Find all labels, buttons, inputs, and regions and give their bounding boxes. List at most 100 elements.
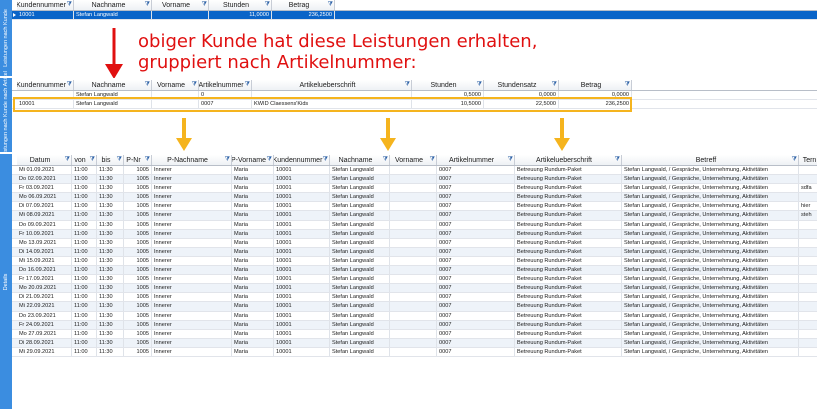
table-cell: Innerer — [152, 320, 232, 329]
table-cell: Stefan Langwald, / Gespräche, Unternehmu… — [622, 184, 799, 193]
filter-icon[interactable]: ⧩ — [405, 82, 410, 89]
filter-icon[interactable]: ⧩ — [267, 157, 272, 164]
filter-icon[interactable]: ⧩ — [67, 2, 72, 9]
table-row[interactable]: Di 14.09.2021 11:00 11:30 1005 Innerer Maria 1… — [12, 247, 817, 257]
column-header[interactable]: Nachname ⧩ — [330, 155, 390, 165]
table-cell: Innerer — [152, 247, 232, 256]
table-cell: Stefan Langwald — [330, 193, 390, 202]
column-header[interactable]: Tern⧩ — [799, 155, 817, 165]
column-header[interactable]: bis ⧩ — [97, 155, 124, 165]
column-header[interactable]: Nachname ⧩ — [74, 0, 152, 10]
table-row[interactable]: Do 23.09.2021 11:00 11:30 1005 Innerer Maria 1… — [12, 311, 817, 321]
column-header[interactable]: Artikelueberschrift ⧩ — [252, 80, 412, 90]
filter-icon[interactable]: ⧩ — [145, 157, 150, 164]
table-row[interactable]: Do 16.09.2021 11:00 11:30 1005 Innerer Maria 1… — [12, 266, 817, 276]
column-header[interactable]: Datum ⧩ — [17, 155, 72, 165]
table-row[interactable]: Do 09.09.2021 11:00 11:30 1005 Innerer Maria 1… — [12, 220, 817, 230]
table-cell: 11:30 — [97, 284, 124, 293]
column-header[interactable]: Vorname ⧩ — [390, 155, 437, 165]
table-row[interactable]: Stefan Langwald 0 0,5000 0,0000 0,0000 — [12, 91, 817, 101]
filter-icon[interactable]: ⧩ — [552, 82, 557, 89]
column-header[interactable]: Vorname ⧩ — [152, 0, 209, 10]
top-grid-header: Kundennummer ⧩ Nachname ⧩ Vorname ⧩ Stunden ⧩ Be… — [12, 0, 817, 11]
table-row[interactable]: Mi 01.09.2021 11:00 11:30 1005 Innerer Maria 1… — [12, 166, 817, 176]
column-header[interactable]: Artikelnummer ⧩ — [437, 155, 515, 165]
filter-icon[interactable]: ⧩ — [145, 82, 150, 89]
table-row[interactable]: Fr 17.09.2021 11:00 11:30 1005 Innerer Maria 1… — [12, 275, 817, 285]
side-tab-customer[interactable]: Leistungen nach Kunde — [0, 0, 12, 76]
column-header[interactable]: von ⧩ — [72, 155, 97, 165]
table-row[interactable]: 10001 Stefan Langwald 0007 KWID Claessens'K… — [12, 100, 817, 110]
filter-icon[interactable]: ⧩ — [328, 2, 333, 9]
table-cell: Betreuung Rundum-Paket — [515, 220, 622, 229]
table-cell: 0007 — [437, 166, 515, 175]
column-header[interactable]: P-Vorname ⧩ — [232, 155, 274, 165]
table-row[interactable]: Mi 08.09.2021 11:00 11:30 1005 Innerer Maria 1… — [12, 211, 817, 221]
column-header[interactable]: Vorname ⧩ — [152, 80, 199, 90]
filter-icon[interactable]: ⧩ — [90, 157, 95, 164]
table-cell: 1005 — [124, 184, 152, 193]
filter-icon[interactable]: ⧩ — [225, 157, 230, 164]
filter-icon[interactable]: ⧩ — [67, 82, 72, 89]
filter-icon[interactable]: ⧩ — [202, 2, 207, 9]
mid-grid[interactable]: Kundennummer ⧩ Nachname ⧩ Vorname ⧩ Artikelnum… — [12, 80, 817, 114]
filter-icon[interactable]: ⧩ — [65, 157, 70, 164]
filter-icon[interactable]: ⧩ — [477, 82, 482, 89]
filter-icon[interactable]: ⧩ — [265, 2, 270, 9]
detail-grid[interactable]: Datum ⧩ von ⧩ bis ⧩ P-Nr ⧩ P-Nachname ⧩ P-Vorname ⧩… — [12, 155, 817, 409]
column-header[interactable]: P-Nr ⧩ — [124, 155, 152, 165]
table-cell: Stefan Langwald, / Gespräche, Unternehmu… — [622, 256, 799, 266]
column-header[interactable]: Betrag ⧩ — [272, 0, 335, 10]
filter-icon[interactable]: ⧩ — [383, 157, 388, 164]
table-row[interactable]: Fr 24.09.2021 11:00 11:30 1005 Innerer Maria 1… — [12, 320, 817, 330]
table-cell: Stefan Langwald — [74, 91, 152, 100]
column-header-label: Nachname — [338, 156, 373, 164]
side-tab-details[interactable]: Details — [0, 154, 12, 409]
table-cell — [799, 339, 817, 347]
table-row[interactable]: Mi 15.09.2021 11:00 11:30 1005 Innerer Maria 1… — [12, 256, 817, 267]
table-row[interactable]: Mo 20.09.2021 11:00 11:30 1005 Innerer Maria 1… — [12, 284, 817, 294]
table-cell: 10001 — [274, 238, 330, 247]
filter-icon[interactable]: ⧩ — [245, 82, 250, 89]
filter-icon[interactable]: ⧩ — [117, 157, 122, 164]
filter-icon[interactable]: ⧩ — [430, 157, 435, 164]
column-header[interactable]: Stundensatz ⧩ — [484, 80, 559, 90]
column-header[interactable]: Stunden ⧩ — [209, 0, 272, 10]
filter-icon[interactable]: ⧩ — [508, 157, 513, 164]
table-cell: Stefan Langwald, / Gespräche, Unternehmu… — [622, 238, 799, 247]
column-header[interactable]: Artikelnummer ⧩ — [199, 80, 252, 90]
table-row[interactable]: 10001 Stefan Langwald 11,0000 236,2500 — [12, 11, 817, 21]
column-header[interactable]: Kundennummer ⧩ — [274, 155, 330, 165]
table-row[interactable]: Mi 29.09.2021 11:00 11:30 1005 Innerer Maria 1… — [12, 347, 817, 357]
column-header[interactable]: Artikelueberschrift ⧩ — [515, 155, 622, 165]
table-row[interactable]: Di 21.09.2021 11:00 11:30 1005 Innerer Maria 1… — [12, 293, 817, 303]
filter-icon[interactable]: ⧩ — [323, 157, 328, 164]
column-header[interactable]: P-Nachname ⧩ — [152, 155, 232, 165]
table-row[interactable]: Mo 27.09.2021 11:00 11:30 1005 Innerer Maria 1… — [12, 329, 817, 339]
table-cell: 236,2500 — [559, 100, 632, 109]
table-row[interactable]: Do 02.09.2021 11:00 11:30 1005 Innerer Maria 1… — [12, 175, 817, 185]
column-header[interactable]: Kundennummer ⧩ — [17, 0, 74, 10]
filter-icon[interactable]: ⧩ — [145, 2, 150, 9]
column-header[interactable]: Betrag ⧩ — [559, 80, 632, 90]
side-tab-customer-article[interactable]: Leistungen nach Kunde nach Artikel — [0, 71, 12, 159]
table-row[interactable]: Di 07.09.2021 11:00 11:30 1005 Innerer Maria 1… — [12, 202, 817, 212]
table-row[interactable]: Di 28.09.2021 11:00 11:30 1005 Innerer Maria 1… — [12, 338, 817, 348]
filter-icon[interactable]: ⧩ — [615, 157, 620, 164]
table-row[interactable]: Mi 22.09.2021 11:00 11:30 1005 Innerer Maria 1… — [12, 302, 817, 312]
table-row[interactable]: Fr 10.09.2021 11:00 11:30 1005 Innerer Maria 1… — [12, 229, 817, 239]
column-header[interactable]: Nachname ⧩ — [74, 80, 152, 90]
table-row[interactable]: Mo 13.09.2021 11:00 11:30 1005 Innerer Maria 1… — [12, 238, 817, 248]
filter-icon[interactable]: ⧩ — [192, 82, 197, 89]
table-row[interactable]: Fr 03.09.2021 11:00 11:30 1005 Innerer Maria 1… — [12, 184, 817, 194]
filter-icon[interactable]: ⧩ — [625, 82, 630, 89]
filter-icon[interactable]: ⧩ — [792, 157, 797, 164]
table-cell: Stefan Langwald — [330, 302, 390, 311]
table-row[interactable]: Mo 06.09.2021 11:00 11:30 1005 Innerer Maria 1… — [12, 193, 817, 203]
column-header[interactable]: Stunden ⧩ — [412, 80, 484, 90]
table-cell: 10001 — [274, 202, 330, 211]
column-header[interactable]: Kundennummer ⧩ — [17, 80, 74, 90]
top-grid[interactable]: Kundennummer ⧩ Nachname ⧩ Vorname ⧩ Stunden ⧩ Be… — [12, 0, 817, 24]
table-cell — [390, 347, 437, 356]
column-header[interactable]: Betreff ⧩ — [622, 155, 799, 165]
